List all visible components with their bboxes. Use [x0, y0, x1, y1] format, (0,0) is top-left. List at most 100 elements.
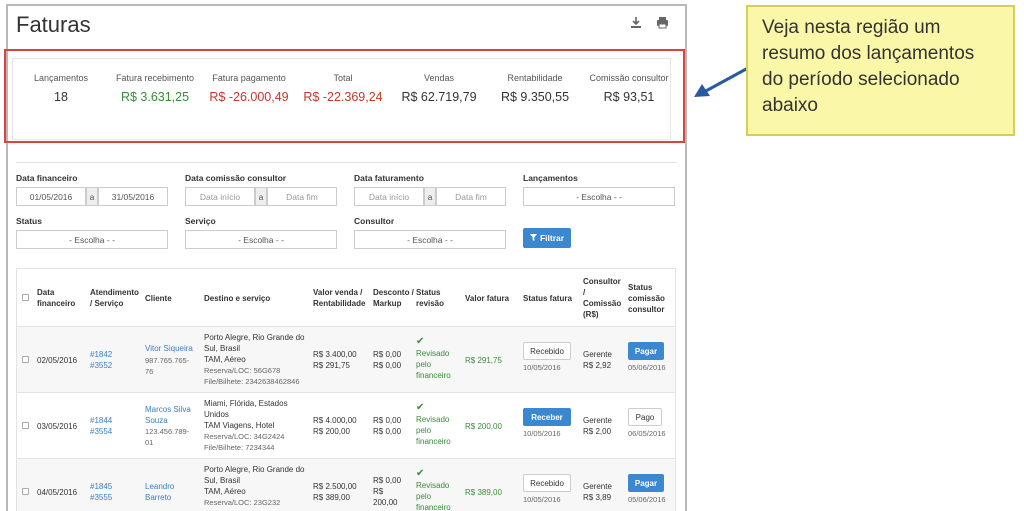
- row-checkbox[interactable]: [22, 356, 29, 363]
- row-data: 04/05/2016: [37, 488, 78, 497]
- comissao: R$ 3,89: [583, 493, 612, 502]
- header-status-revisao: Status revisão: [416, 288, 445, 308]
- lancamentos-select[interactable]: - Escolha - -: [523, 187, 675, 206]
- pagar-button[interactable]: Pagar: [628, 342, 664, 360]
- consultor-select[interactable]: - Escolha - -: [354, 230, 506, 249]
- row-divider: [16, 392, 676, 393]
- rentabilidade: R$ 200,00: [313, 427, 350, 436]
- status-revisao: financeiro: [416, 437, 451, 446]
- status-revisao: pelo: [416, 426, 432, 435]
- cliente-link[interactable]: Leandro: [145, 481, 174, 492]
- status-revisao: Revisado: [416, 349, 450, 358]
- data-faturamento-end-input[interactable]: Data fim: [436, 187, 506, 206]
- filter-label-consultor: Consultor: [354, 216, 395, 226]
- filter-label-lancamentos: Lançamentos: [523, 173, 578, 183]
- header-desconto: Desconto / Markup: [373, 288, 414, 308]
- servico-link[interactable]: #3554: [90, 426, 112, 437]
- header-valor-fatura: Valor fatura: [465, 294, 510, 303]
- filter-label-data-faturamento: Data faturamento: [354, 173, 424, 183]
- status-revisao: pelo: [416, 360, 432, 369]
- print-icon[interactable]: [656, 16, 669, 29]
- filter-button[interactable]: Filtrar: [523, 228, 571, 248]
- status-select[interactable]: - Escolha - -: [16, 230, 168, 249]
- filter-label-status: Status: [16, 216, 42, 226]
- filter-label-data-comissao: Data comissão consultor: [185, 173, 287, 183]
- callout-text: Veja nesta região um resumo dos lançamen…: [762, 17, 975, 116]
- cliente-doc: 76: [145, 367, 154, 376]
- header-status-fatura: Status fatura: [523, 294, 572, 303]
- stat-label: Vendas: [423, 73, 455, 83]
- atendimento-link[interactable]: #1845: [90, 481, 112, 492]
- filter-icon: [529, 233, 537, 243]
- data-comissao-end-input[interactable]: Data fim: [267, 187, 337, 206]
- download-icon[interactable]: [630, 16, 642, 29]
- faturas-panel: Faturas Lançamentos 18 Fatura recebiment…: [6, 4, 687, 511]
- header-valor: Valor venda / Rentabilidade: [313, 288, 366, 308]
- reserva: Reserva/LOC: 34G2424: [204, 432, 285, 441]
- atendimento-link[interactable]: #1844: [90, 415, 112, 426]
- header-consultor: Consultor / Comissão (R$): [583, 277, 622, 319]
- status-fatura-date: 10/05/2016: [523, 495, 561, 504]
- status-fatura-date: 10/05/2016: [523, 429, 561, 438]
- summary-section: Lançamentos 18 Fatura recebimento R$ 3.6…: [8, 50, 685, 144]
- desconto: R$ 0,00: [373, 476, 402, 485]
- rentabilidade: R$ 291,75: [313, 361, 350, 370]
- check-icon: ✔: [416, 468, 425, 479]
- markup: R$ 0,00: [373, 427, 402, 436]
- servico-link[interactable]: #3555: [90, 492, 112, 503]
- data-financeiro-start-input[interactable]: 01/05/2016: [16, 187, 86, 206]
- consultor: Gerente: [583, 416, 612, 425]
- status-revisao: pelo: [416, 492, 432, 501]
- servico-select[interactable]: - Escolha - -: [185, 230, 337, 249]
- row-checkbox[interactable]: [22, 488, 29, 495]
- cliente-link[interactable]: Marcos Silva: [145, 404, 191, 415]
- status-fatura-button[interactable]: Recebido: [523, 474, 571, 492]
- callout-note: Veja nesta região um resumo dos lançamen…: [746, 5, 1015, 136]
- consultor: Gerente: [583, 350, 612, 359]
- date-range-separator: a: [424, 187, 436, 206]
- destino: Miami, Flórida, Estados: [204, 399, 288, 408]
- header-destino: Destino e serviço: [204, 294, 271, 303]
- header-cliente: Cliente: [145, 294, 172, 303]
- markup: R$: [373, 487, 384, 496]
- row-data: 03/05/2016: [37, 422, 78, 431]
- valor-venda: R$ 4.000,00: [313, 416, 357, 425]
- bilhete: File/Bilhete: 2342638462846: [204, 377, 300, 386]
- row-checkbox[interactable]: [22, 422, 29, 429]
- stat-label: Comissão consultor: [589, 73, 669, 83]
- cliente-link[interactable]: Souza: [145, 415, 168, 426]
- date-range-separator: a: [86, 187, 98, 206]
- cliente-link[interactable]: Vitor Siqueira: [145, 343, 193, 354]
- stat-value: R$ -22.369,24: [303, 90, 383, 104]
- cliente-doc: 123.456.789-: [145, 427, 190, 436]
- atendimento-link[interactable]: #1842: [90, 349, 112, 360]
- select-all-checkbox[interactable]: [22, 294, 29, 301]
- receber-button[interactable]: Receber: [523, 408, 571, 426]
- desconto: R$ 0,00: [373, 416, 402, 425]
- filter-button-label: Filtrar: [539, 233, 565, 243]
- bilhete: File/Bilhete: 7234344: [204, 443, 275, 452]
- servico: TAM, Aéreo: [204, 487, 246, 496]
- data-comissao-start-input[interactable]: Data início: [185, 187, 255, 206]
- top-actions: [630, 16, 669, 29]
- pagar-button[interactable]: Pagar: [628, 474, 664, 492]
- desconto: R$ 0,00: [373, 350, 402, 359]
- destino: Porto Alegre, Rio Grande do: [204, 333, 305, 342]
- data-faturamento-start-input[interactable]: Data início: [354, 187, 424, 206]
- status-revisao: Revisado: [416, 481, 450, 490]
- header-data-financeiro: Data financeiro: [37, 288, 76, 308]
- data-financeiro-end-input[interactable]: 31/05/2016: [98, 187, 168, 206]
- markup: 200,00: [373, 498, 398, 507]
- pago-button[interactable]: Pago: [628, 408, 662, 426]
- valor-fatura: R$ 200,00: [465, 422, 502, 431]
- cliente-link[interactable]: Barreto: [145, 492, 171, 503]
- status-comissao-date: 05/06/2016: [628, 495, 666, 504]
- stat-vendas: Vendas R$ 62.719,79: [384, 73, 494, 104]
- filter-label-data-financeiro: Data financeiro: [16, 173, 78, 183]
- servico-link[interactable]: #3552: [90, 360, 112, 371]
- status-fatura-button[interactable]: Recebido: [523, 342, 571, 360]
- cliente-doc: 987.765.765-: [145, 356, 190, 365]
- destino: Sul, Brasil: [204, 476, 241, 485]
- reserva: Reserva/LOC: 56G678: [204, 366, 281, 375]
- status-fatura-date: 10/05/2016: [523, 363, 561, 372]
